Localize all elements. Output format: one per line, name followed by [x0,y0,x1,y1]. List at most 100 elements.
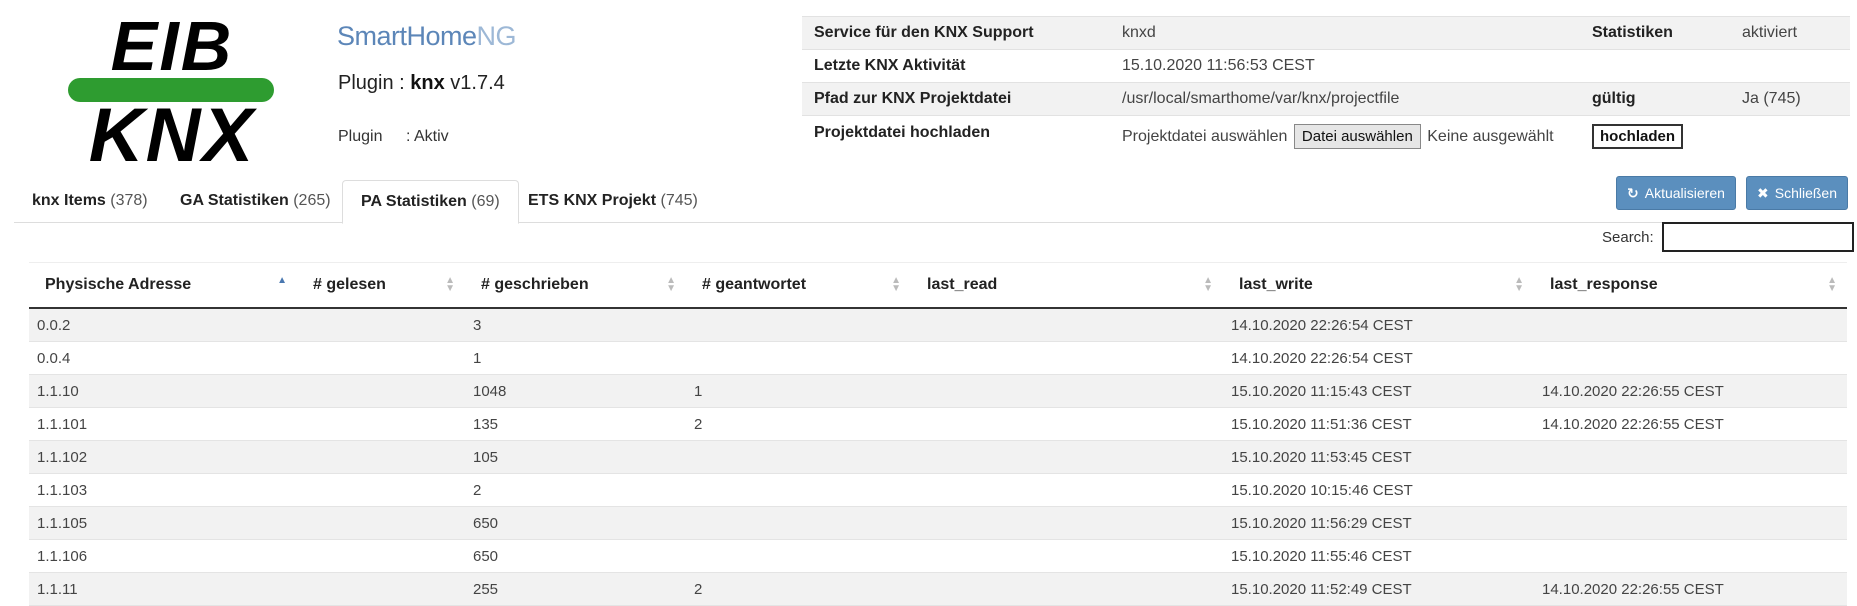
table-cell [911,341,1223,375]
cell-text: 15.10.2020 11:55:46 CEST [1231,547,1412,565]
cell-text [911,548,919,565]
sort-icon: ▲ ▼ [1827,275,1837,294]
table-cell [297,572,465,606]
tab-count: (69) [471,193,500,210]
table-cell: 15.10.2020 11:51:36 CEST [1223,407,1534,441]
upload-key: Projektdatei hochladen [802,115,1110,168]
refresh-label: Aktualisieren [1644,185,1725,201]
cell-text: 0.0.4 [37,349,71,367]
table-cell: 650 [465,506,686,540]
sort-icon: ▲ ▼ [1203,275,1213,294]
upload-controls: Projektdatei auswählen Datei auswählen K… [1110,115,1580,168]
cell-text: 15.10.2020 11:52:49 CEST [1231,580,1412,598]
table-cell [911,572,1223,606]
cell-text: 14.10.2020 22:26:54 CEST [1231,316,1413,334]
smarthomeng-logo: SmartHomeNG [337,16,517,56]
table-cell [686,440,911,474]
cell-text [911,515,919,532]
table-cell [911,407,1223,441]
table-cell [911,440,1223,474]
valid-value: Ja (745) [1730,82,1850,116]
cell-text [686,482,694,499]
table-cell [686,539,911,573]
table-body: 0.0.2 3 14.10.2020 22:26:54 CEST 0.0.4 1 14.1… [29,308,1847,606]
path-key: Pfad zur KNX Projektdatei [802,82,1110,116]
upload-button[interactable]: hochladen [1592,124,1684,149]
cell-text: 650 [473,514,499,532]
table-cell: 15.10.2020 11:53:45 CEST [1223,440,1534,474]
cell-text: 14.10.2020 22:26:55 CEST [1542,382,1724,400]
table-cell: 1 [686,374,911,408]
cell-text: 14.10.2020 22:26:54 CEST [1231,349,1413,367]
col-geschrieben[interactable]: # geschrieben ▲ ▼ [465,262,686,309]
tab-count: (265) [293,192,331,209]
cell-text: 15.10.2020 11:15:43 CEST [1231,382,1412,400]
cell-text: 15.10.2020 11:51:36 CEST [1231,415,1412,433]
choose-file-button[interactable]: Datei auswählen [1293,124,1421,149]
refresh-button[interactable]: ↻ Aktualisieren [1616,176,1736,210]
info-row-service: Service für den KNX Support knxd Statist… [802,16,1850,50]
cell-text: 2 [694,415,703,433]
table-cell [297,539,465,573]
table-cell [911,374,1223,408]
table-cell [1534,539,1847,573]
cell-text: 1.1.10 [37,382,79,400]
table-cell: 15.10.2020 11:55:46 CEST [1223,539,1534,573]
sort-asc-icon: ▲ [277,275,287,286]
table-row: 1.1.105 650 15.10.2020 11:56:29 CEST [29,506,1847,540]
col-geantwortet[interactable]: # geantwortet ▲ ▼ [686,262,911,309]
table-cell [911,506,1223,540]
table-cell: 1 [465,341,686,375]
cell-text: 3 [473,316,482,334]
table-cell: 1.1.103 [29,473,297,507]
search-label: Search: [1602,229,1654,246]
table-cell: 14.10.2020 22:26:55 CEST [1534,572,1847,606]
table-cell [911,308,1223,342]
col-last-read[interactable]: last_read ▲ ▼ [911,262,1223,309]
service-value: knxd [1110,16,1580,50]
table-cell [686,308,911,342]
tab-ga-statistiken[interactable]: GA Statistiken (265) [162,180,349,222]
tab-label: PA Statistiken [361,193,467,210]
cell-text [1534,482,1542,499]
plugin-name: knx [410,72,445,94]
cell-text [911,317,919,334]
tab-knx-items[interactable]: knx Items (378) [14,180,166,222]
cell-text [297,548,305,565]
cell-text [911,416,919,433]
table-cell: 3 [465,308,686,342]
cell-text [686,515,694,532]
col-last-write[interactable]: last_write ▲ ▼ [1223,262,1534,309]
cell-text: 15.10.2020 11:53:45 CEST [1231,448,1412,466]
table-row: 1.1.101 135 2 15.10.2020 11:51:36 CEST 14.10… [29,407,1847,441]
eib-knx-logo: EIB KNX [62,8,282,174]
sort-icon: ▲ ▼ [891,275,901,294]
col-last-response[interactable]: last_response ▲ ▼ [1534,262,1847,309]
table-cell: 15.10.2020 11:15:43 CEST [1223,374,1534,408]
info-row-activity: Letzte KNX Aktivität 15.10.2020 11:56:53… [802,49,1850,83]
col-physische-adresse[interactable]: Physische Adresse ▲ [29,262,297,309]
table-cell [911,539,1223,573]
cell-text: 255 [473,580,499,598]
cell-text: 1.1.103 [37,481,88,499]
table-cell [297,506,465,540]
tab-label: ETS KNX Projekt [528,192,657,209]
table-cell: 1048 [465,374,686,408]
col-gelesen[interactable]: # gelesen ▲ ▼ [297,262,465,309]
info-row-upload: Projektdatei hochladen Projektdatei ausw… [802,115,1850,168]
sort-icon: ▲ ▼ [666,275,676,294]
table-cell: 14.10.2020 22:26:54 CEST [1223,308,1534,342]
tab-ets-knx-projekt[interactable]: ETS KNX Projekt (745) [510,180,716,222]
cell-text: 15.10.2020 10:15:46 CEST [1231,481,1413,499]
cell-text: 105 [473,448,499,466]
cell-text [686,449,694,466]
search-input[interactable] [1662,222,1854,252]
cell-text [911,449,919,466]
close-button[interactable]: ✖ Schließen [1746,176,1848,210]
sort-icon: ▲ ▼ [1514,275,1524,294]
cell-text [686,317,694,334]
plugin-label: Plugin : [338,72,411,94]
tab-pa-statistiken[interactable]: PA Statistiken (69) [342,180,519,224]
tab-label: knx Items [32,192,106,209]
tab-label: GA Statistiken [180,192,289,209]
